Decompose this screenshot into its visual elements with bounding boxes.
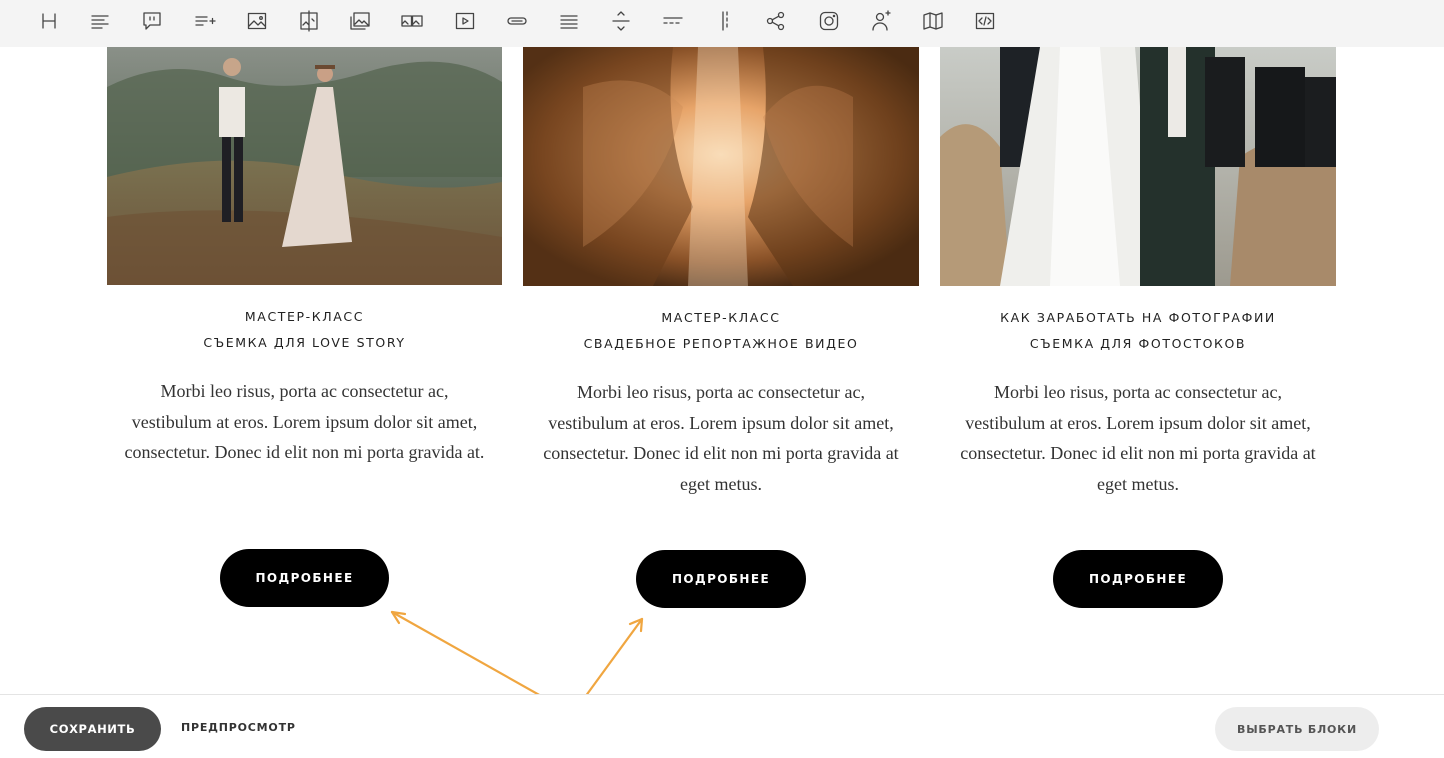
add-user-icon[interactable] [868,8,894,34]
editor-toolbar [0,0,1444,47]
card-image-wedding-video [523,47,919,286]
link-button-icon[interactable] [504,8,530,34]
bottom-action-bar: СОХРАНИТЬ ПРЕДПРОСМОТР ВЫБРАТЬ БЛОКИ [0,694,1444,758]
instagram-icon[interactable] [816,8,842,34]
card-image-love-story [107,47,502,285]
card-title-line1: МАСТЕР-КЛАСС [661,310,781,325]
card-title-line1: КАК ЗАРАБОТАТЬ НА ФОТОГРАФИИ [1000,310,1276,325]
card-title-line2: СЪЕМКА ДЛЯ LOVE STORY [203,335,406,350]
card-image-photostock [940,47,1336,286]
image-compare-icon[interactable] [296,8,322,34]
add-list-icon[interactable] [192,8,218,34]
card-title-line2: СЪЕМКА ДЛЯ ФОТОСТОКОВ [1029,336,1247,351]
preview-link[interactable]: ПРЕДПРОСМОТР [181,721,296,734]
heading-icon[interactable] [36,8,62,34]
card-description: Morbi leo risus, porta ac consectetur ac… [960,382,1316,494]
lines-block-icon[interactable] [556,8,582,34]
share-icon[interactable] [763,8,789,34]
quote-icon[interactable] [139,8,165,34]
video-icon[interactable] [452,8,478,34]
vertical-divider-icon[interactable] [712,8,738,34]
spacer-dash-icon[interactable] [660,8,686,34]
card-description: Morbi leo risus, porta ac consectetur ac… [543,382,899,494]
more-button[interactable]: ПОДРОБНЕЕ [1053,550,1223,608]
card-title-line1: МАСТЕР-КЛАСС [244,309,365,324]
card-title-line2: СВАДЕБНОЕ РЕПОРТАЖНОЕ ВИДЕО [583,336,859,351]
more-button[interactable]: ПОДРОБНЕЕ [636,550,806,608]
divider-icon[interactable] [608,8,634,34]
image-pair-icon[interactable] [399,8,425,34]
map-icon[interactable] [920,8,946,34]
choose-blocks-button[interactable]: ВЫБРАТЬ БЛОКИ [1215,707,1379,751]
more-button[interactable]: ПОДРОБНЕЕ [220,549,389,607]
save-button[interactable]: СОХРАНИТЬ [24,707,161,751]
gallery-icon[interactable] [347,8,373,34]
image-icon[interactable] [244,8,270,34]
code-icon[interactable] [972,8,998,34]
card-description: Morbi leo risus, porta ac consectetur ac… [124,381,485,462]
text-align-icon[interactable] [87,8,113,34]
